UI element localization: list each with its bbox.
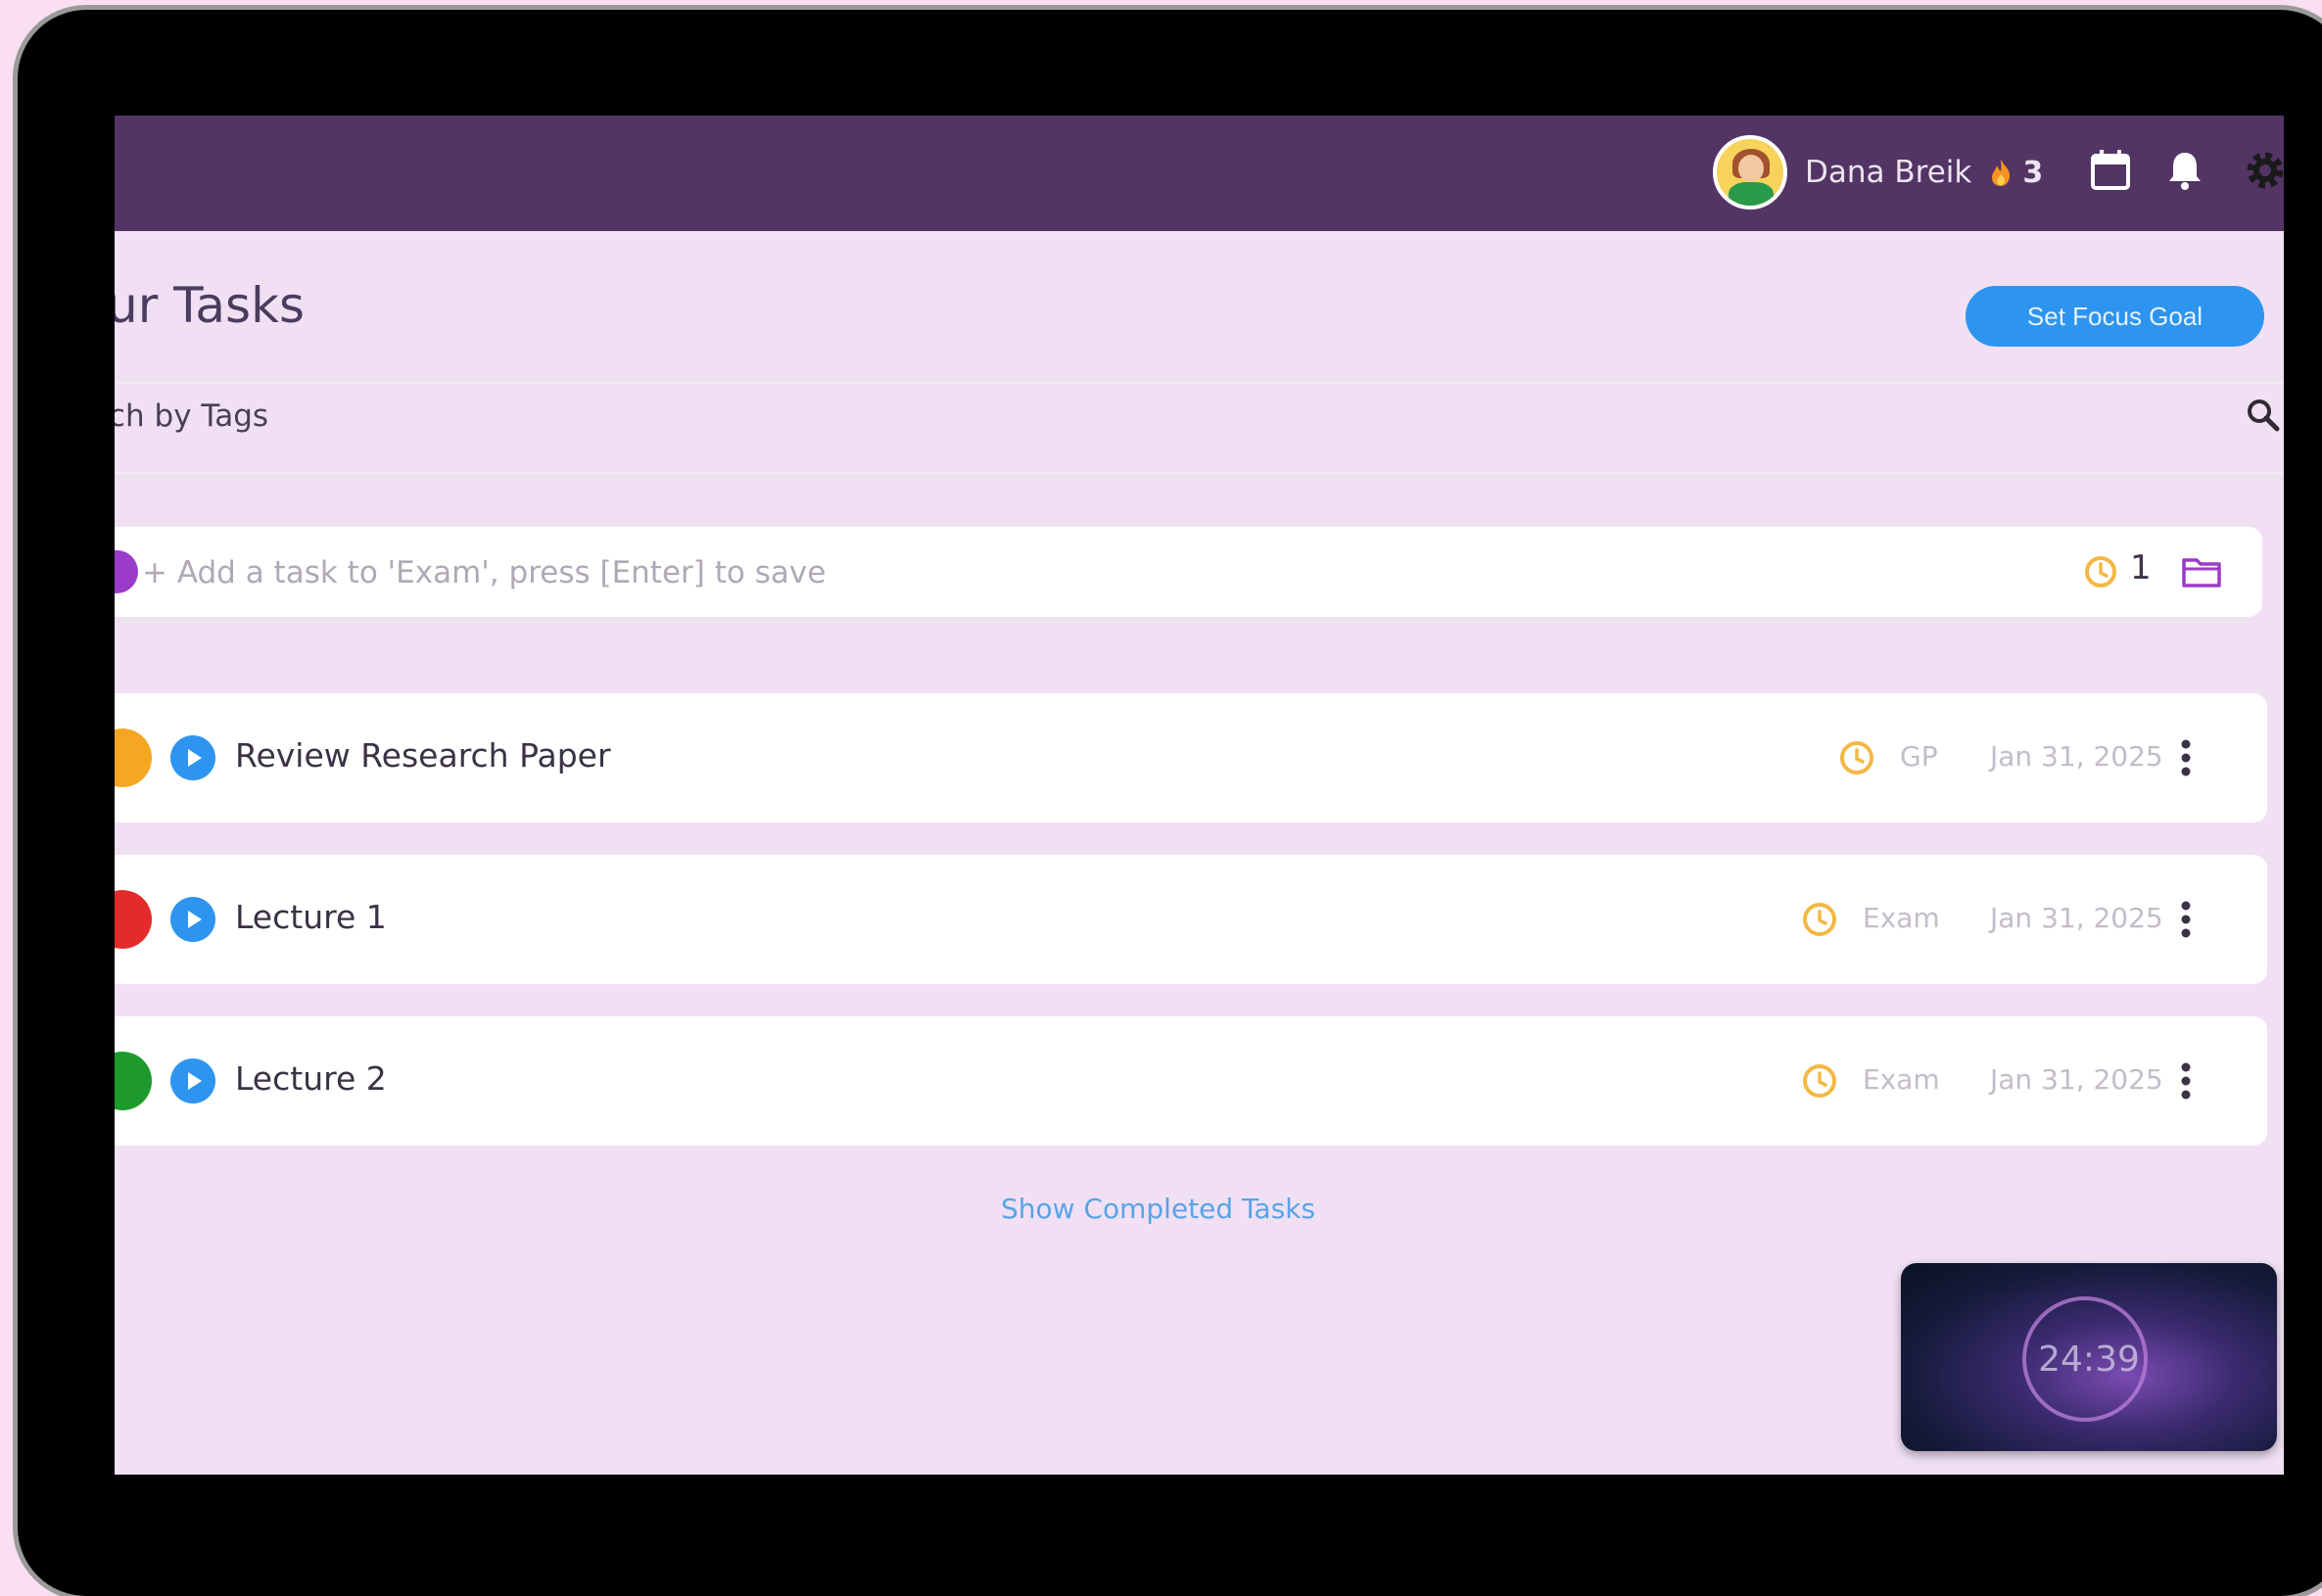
play-icon[interactable] bbox=[169, 734, 216, 781]
streak-count: 3 bbox=[2022, 155, 2044, 190]
play-icon[interactable] bbox=[169, 896, 216, 943]
page-title: ur Tasks bbox=[115, 277, 306, 334]
task-date: Jan 31, 2025 bbox=[1990, 740, 2163, 773]
set-focus-goal-button[interactable]: Set Focus Goal bbox=[1966, 286, 2264, 347]
task-title[interactable]: Review Research Paper bbox=[235, 736, 611, 775]
folder-icon[interactable] bbox=[2181, 554, 2222, 589]
username: Dana Breik bbox=[1805, 155, 1972, 190]
calendar-icon[interactable] bbox=[2087, 147, 2134, 194]
bell-icon[interactable] bbox=[2161, 147, 2208, 194]
more-options-icon[interactable] bbox=[2179, 1061, 2193, 1101]
clock-icon bbox=[1803, 1064, 1836, 1098]
task-row[interactable]: Lecture 1 Exam Jan 31, 2025 bbox=[115, 855, 2267, 984]
avatar[interactable] bbox=[1713, 135, 1787, 210]
pomodoro-count: 1 bbox=[2130, 548, 2152, 587]
task-row[interactable]: Review Research Paper GP Jan 31, 2025 bbox=[115, 693, 2267, 822]
show-completed-link[interactable]: Show Completed Tasks bbox=[1001, 1193, 1315, 1225]
clock-icon bbox=[1803, 903, 1836, 936]
clock-icon[interactable] bbox=[2083, 554, 2118, 589]
task-tag[interactable]: Exam bbox=[1863, 1063, 1940, 1096]
task-row[interactable]: Lecture 2 Exam Jan 31, 2025 bbox=[115, 1016, 2267, 1146]
priority-indicator[interactable] bbox=[115, 1052, 152, 1110]
search-bar bbox=[115, 380, 2284, 448]
gear-icon[interactable] bbox=[2242, 147, 2284, 194]
add-task-input[interactable] bbox=[140, 546, 2005, 599]
flame-icon bbox=[1989, 158, 2013, 187]
task-title[interactable]: Lecture 2 bbox=[235, 1059, 387, 1098]
task-title[interactable]: Lecture 1 bbox=[235, 898, 387, 936]
task-tag[interactable]: GP bbox=[1900, 740, 1938, 773]
timer-display: 24:39 bbox=[2038, 1339, 2140, 1380]
tablet-frame: Dana Breik 3 ur Tasks Set Focus Goal ch … bbox=[18, 10, 2322, 1596]
search-icon[interactable] bbox=[2246, 398, 2281, 433]
add-icon[interactable] bbox=[115, 550, 138, 593]
play-icon[interactable] bbox=[169, 1057, 216, 1104]
app-screen: Dana Breik 3 ur Tasks Set Focus Goal ch … bbox=[115, 116, 2284, 1475]
top-bar: Dana Breik 3 bbox=[115, 116, 2284, 231]
priority-indicator[interactable] bbox=[115, 890, 152, 949]
search-input[interactable] bbox=[115, 390, 2206, 443]
task-date: Jan 31, 2025 bbox=[1990, 902, 2163, 934]
add-task-bar: 1 bbox=[115, 527, 2262, 617]
task-tag[interactable]: Exam bbox=[1863, 902, 1940, 934]
more-options-icon[interactable] bbox=[2179, 900, 2193, 939]
focus-timer-widget[interactable]: 24:39 bbox=[1901, 1263, 2277, 1451]
user-menu[interactable]: Dana Breik 3 bbox=[1713, 133, 2043, 211]
task-date: Jan 31, 2025 bbox=[1990, 1063, 2163, 1096]
more-options-icon[interactable] bbox=[2179, 738, 2193, 777]
clock-icon bbox=[1840, 741, 1873, 775]
priority-indicator[interactable] bbox=[115, 728, 152, 787]
divider bbox=[115, 472, 2284, 474]
